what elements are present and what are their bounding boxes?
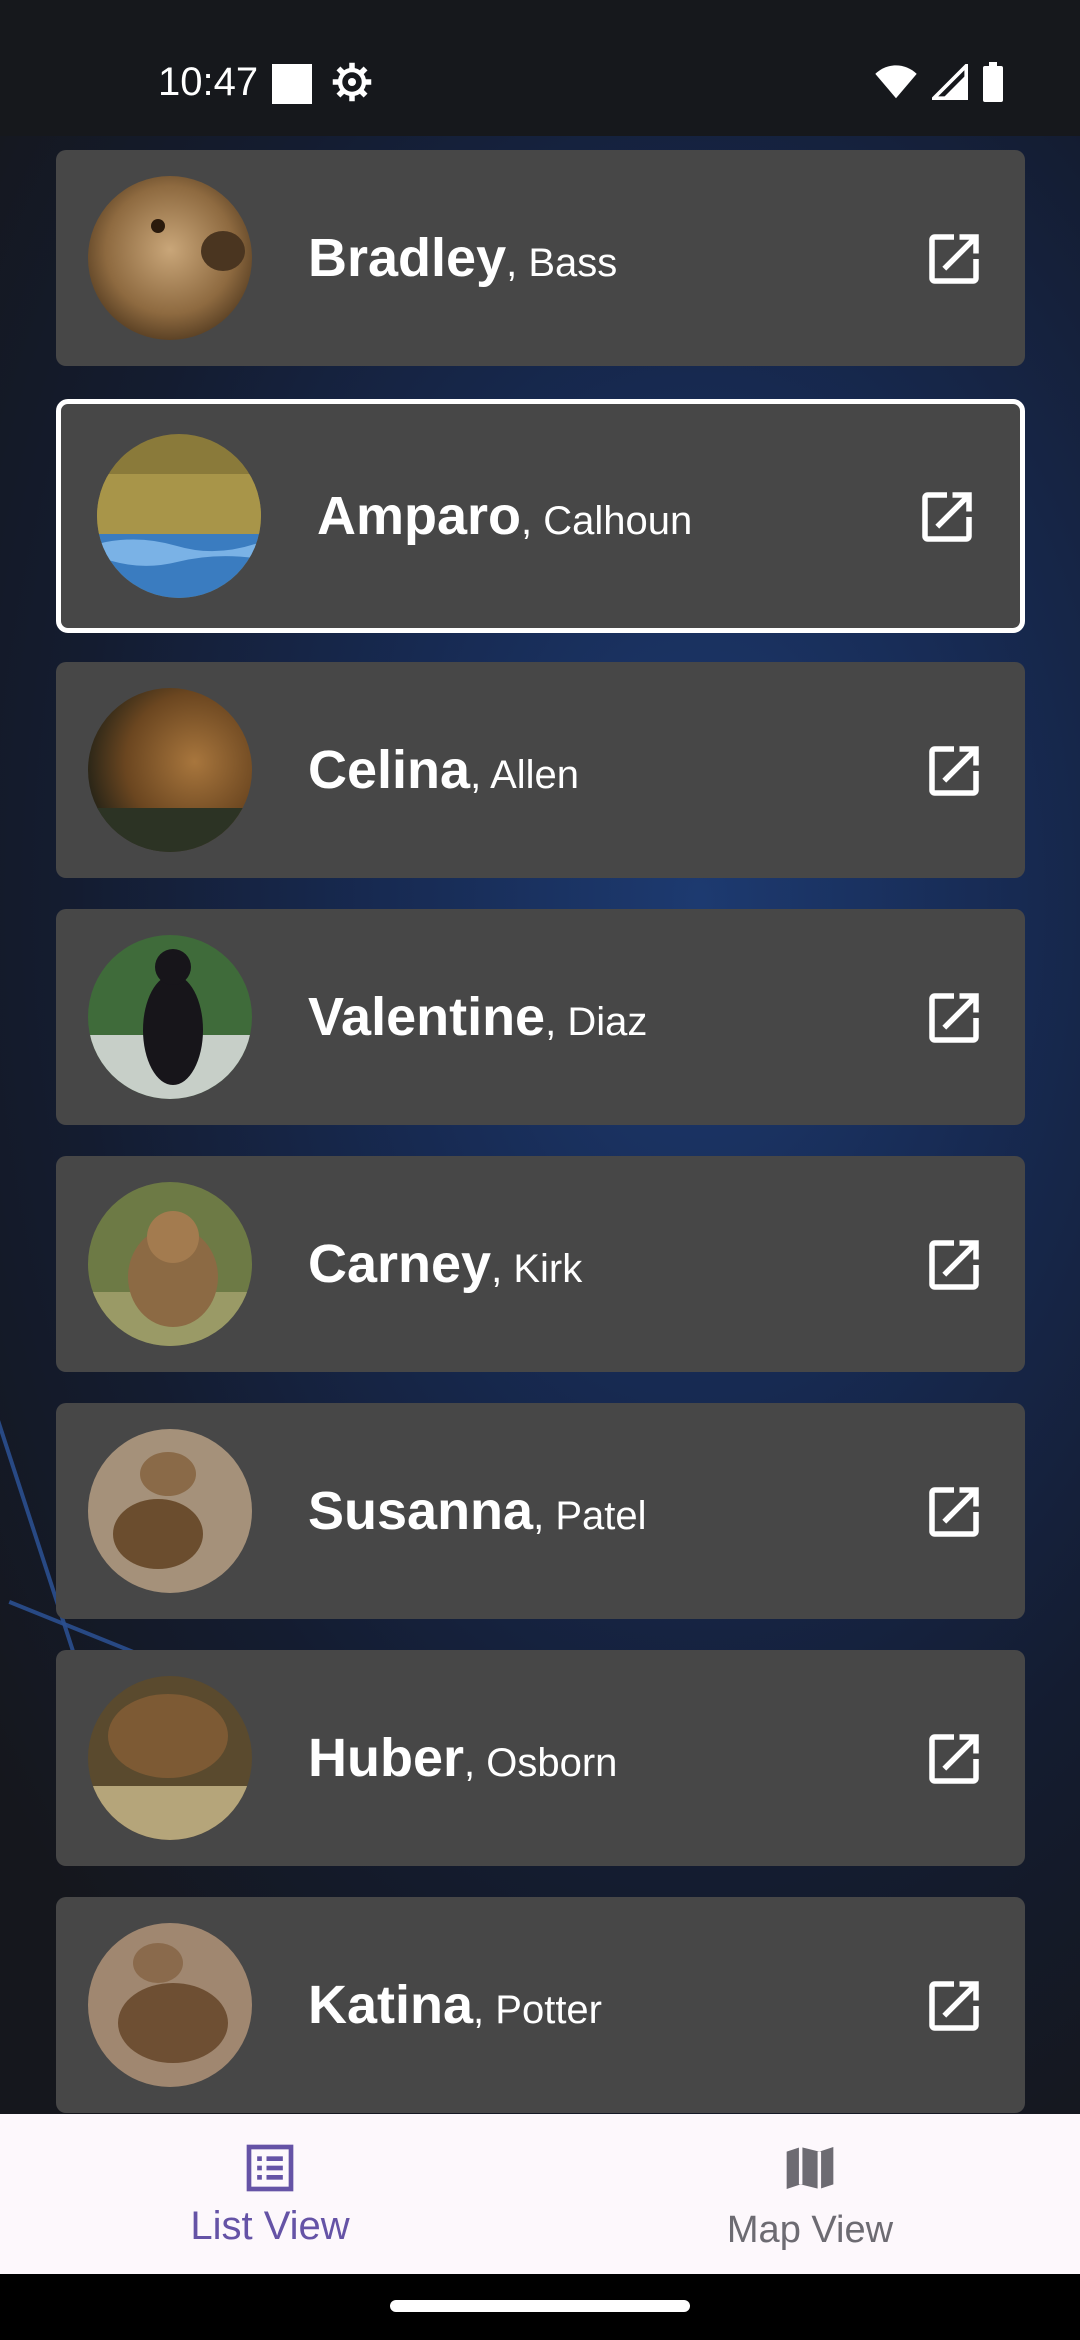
bear-photo xyxy=(88,1182,252,1346)
bear-photo xyxy=(88,1923,252,2087)
person-name: Bradley, Bass xyxy=(308,226,617,295)
last-name: Allen xyxy=(490,753,580,797)
nav-list-view[interactable]: List View xyxy=(0,2114,540,2274)
name-separator: , xyxy=(506,241,529,285)
status-icons xyxy=(874,60,1004,104)
person-list[interactable]: Bradley, Bass Amparo, Calhoun Celina, Al… xyxy=(0,136,1080,2114)
open-in-new-icon[interactable] xyxy=(921,1232,987,1298)
open-in-new-icon[interactable] xyxy=(921,738,987,804)
open-in-new-icon[interactable] xyxy=(921,1726,987,1792)
battery-icon xyxy=(983,62,1003,102)
notification-square-icon xyxy=(272,64,312,104)
person-name: Carney, Kirk xyxy=(308,1232,582,1301)
person-card[interactable]: Bradley, Bass xyxy=(56,150,1025,366)
last-name: Diaz xyxy=(567,1000,648,1044)
wifi-icon xyxy=(875,65,917,99)
name-separator: , xyxy=(473,1988,496,2032)
open-in-new-icon[interactable] xyxy=(921,1479,987,1545)
name-separator: , xyxy=(464,1741,487,1785)
first-name: Bradley xyxy=(308,228,507,288)
gesture-handle[interactable] xyxy=(390,2300,690,2312)
list-icon xyxy=(246,2144,294,2192)
bear-photo xyxy=(88,1676,252,1840)
open-in-new-icon[interactable] xyxy=(921,985,987,1051)
name-separator: , xyxy=(521,499,544,543)
status-bar: 10:47 xyxy=(0,0,1080,136)
last-name: Bass xyxy=(528,241,618,285)
nav-label-map: Map View xyxy=(726,2209,894,2251)
last-name: Calhoun xyxy=(543,499,693,543)
person-name: Huber, Osborn xyxy=(308,1726,617,1795)
name-separator: , xyxy=(545,1000,568,1044)
status-time: 10:47 xyxy=(158,60,259,104)
bear-photo xyxy=(88,1429,252,1593)
bear-photo xyxy=(88,176,252,340)
first-name: Valentine xyxy=(308,987,546,1047)
open-in-new-icon[interactable] xyxy=(921,226,987,292)
name-separator: , xyxy=(533,1494,556,1538)
map-icon xyxy=(786,2147,834,2189)
person-name: Katina, Potter xyxy=(308,1973,602,2042)
open-in-new-icon[interactable] xyxy=(921,1973,987,2039)
open-in-new-icon[interactable] xyxy=(914,484,980,550)
bear-photo xyxy=(88,688,252,852)
bear-photo xyxy=(88,935,252,1099)
person-name: Susanna, Patel xyxy=(308,1479,646,1548)
person-name: Amparo, Calhoun xyxy=(317,484,692,553)
name-separator: , xyxy=(491,1247,514,1291)
bear-photo xyxy=(97,434,261,598)
person-card[interactable]: Celina, Allen xyxy=(56,662,1025,878)
bottom-navigation: List View Map View xyxy=(0,2114,1080,2274)
person-card[interactable]: Katina, Potter xyxy=(56,1897,1025,2113)
nav-label-list: List View xyxy=(190,2204,350,2248)
person-card[interactable]: Valentine, Diaz xyxy=(56,909,1025,1125)
last-name: Osborn xyxy=(486,1741,618,1785)
last-name: Patel xyxy=(555,1494,647,1538)
person-name: Celina, Allen xyxy=(308,738,579,807)
person-card[interactable]: Susanna, Patel xyxy=(56,1403,1025,1619)
last-name: Kirk xyxy=(513,1247,583,1291)
first-name: Celina xyxy=(308,740,471,800)
first-name: Huber xyxy=(308,1728,465,1788)
last-name: Potter xyxy=(495,1988,602,2032)
nav-map-view[interactable]: Map View xyxy=(540,2114,1080,2274)
person-card[interactable]: Carney, Kirk xyxy=(56,1156,1025,1372)
person-card[interactable]: Huber, Osborn xyxy=(56,1650,1025,1866)
person-name: Valentine, Diaz xyxy=(308,985,647,1054)
settings-gear-icon xyxy=(332,62,372,102)
first-name: Katina xyxy=(308,1975,474,2035)
name-separator: , xyxy=(470,753,491,797)
person-card-selected[interactable]: Amparo, Calhoun xyxy=(56,399,1025,633)
first-name: Carney xyxy=(308,1234,492,1294)
signal-icon xyxy=(932,64,968,100)
first-name: Susanna xyxy=(308,1481,534,1541)
first-name: Amparo xyxy=(317,486,522,546)
